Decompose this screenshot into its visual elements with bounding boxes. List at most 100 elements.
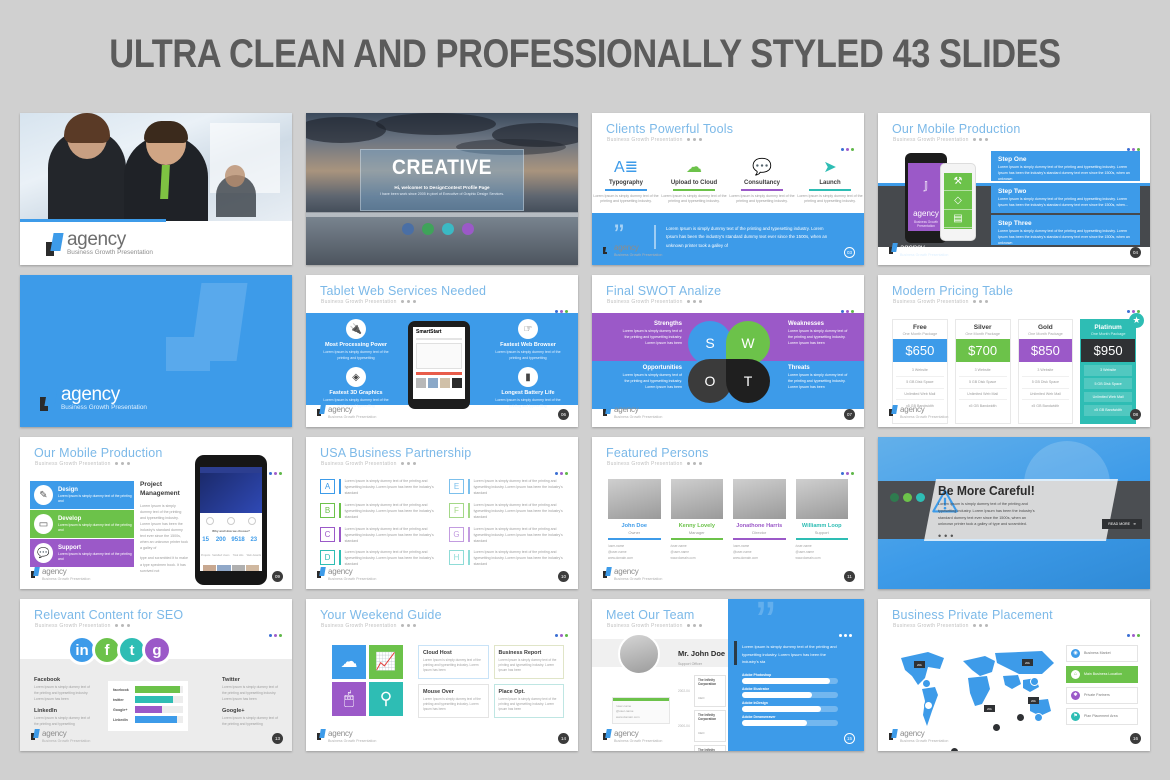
- quote-text: Lorem Ipsum is simply dummy text of the …: [666, 226, 828, 248]
- map-pin-icon[interactable]: ⚲: [369, 682, 403, 716]
- swot-circle-t[interactable]: T: [726, 359, 770, 403]
- agency-logo-icon: [317, 567, 325, 578]
- rss-icon[interactable]: [462, 223, 474, 235]
- service-item-design[interactable]: ✎ Design Lorem Ipsum is simply dummy tex…: [30, 481, 134, 509]
- legend-item-main-business-location[interactable]: ⌂ Main Business Location: [1066, 666, 1138, 683]
- partnership-item[interactable]: F Lorem Ipsum is simply dummy text of th…: [449, 502, 564, 521]
- slide-thumb-usa-business-partnership[interactable]: USA Business Partnership Business Growth…: [306, 437, 578, 589]
- feature-item[interactable]: ▮ Longest Battery Life Lorem Ipsum is si…: [490, 367, 566, 410]
- slide-thumb-final-swot-analize[interactable]: Final SWOT Analize Business Growth Prese…: [592, 275, 864, 427]
- letter-badge: H: [449, 550, 464, 566]
- stumbleupon-icon[interactable]: [442, 223, 454, 235]
- presentation-chart-icon[interactable]: 📈: [369, 645, 403, 679]
- chart-category-label: facebook: [113, 687, 129, 692]
- pinterest-icon[interactable]: [890, 493, 899, 502]
- swot-item-weaknesses: Weaknesses Lorem Ipsum is simply dummy t…: [788, 321, 850, 346]
- contact-site: www.domain.com: [733, 555, 758, 560]
- slide-thumb-modern-pricing-table[interactable]: Modern Pricing Table Business Growth Pre…: [878, 275, 1150, 427]
- plan-price: $650: [893, 339, 947, 362]
- person-card[interactable]: Williamm Loop Support /user-name @user-n…: [795, 479, 849, 562]
- pricing-card-gold[interactable]: Gold One Month Package $850 3 Website 5 …: [1017, 319, 1074, 425]
- person-card[interactable]: John Doe Owner /user-name @user-name www…: [608, 479, 661, 562]
- youtube-icon[interactable]: [402, 223, 414, 235]
- map-pin[interactable]: [950, 747, 959, 751]
- guide-card-cloud-host[interactable]: Cloud Host Lorem Ipsum is simply dummy t…: [418, 645, 489, 679]
- read-more-button[interactable]: READ MORE ➜: [1102, 519, 1142, 529]
- partnership-item[interactable]: C Lorem Ipsum is simply dummy text of th…: [320, 526, 435, 545]
- slide-thumb-cover-photo[interactable]: agency Business Growth Presentation: [20, 113, 292, 265]
- legend-label: Business Market: [1084, 651, 1111, 656]
- tool-item[interactable]: A≣ Typography Lorem Ipsum is simply dumm…: [592, 151, 660, 213]
- android-icon[interactable]: [903, 493, 912, 502]
- person-card[interactable]: Kenny Lovely Manager /user-name @user-na…: [670, 479, 723, 562]
- tool-item[interactable]: ☁ Upload to Cloud Lorem Ipsum is simply …: [660, 151, 728, 213]
- map-pin[interactable]: [1034, 713, 1043, 722]
- slide-thumb-our-mobile-production-steps[interactable]: Our Mobile Production Business Growth Pr…: [878, 113, 1150, 265]
- legend-item-private-partners[interactable]: ✱ Private Partners: [1066, 687, 1138, 704]
- service-item-develop[interactable]: ▭ Develop Lorem Ipsum is simply dummy te…: [30, 510, 134, 538]
- person-name: Kenny Lovely: [678, 523, 715, 529]
- map-pin[interactable]: [1016, 713, 1025, 722]
- tool-item[interactable]: 💬 Consultancy Lorem Ipsum is simply dumm…: [728, 151, 796, 213]
- pricing-card-platinum[interactable]: Platinum One Month Package $950 3 Websit…: [1080, 319, 1136, 425]
- mouse-pointer-icon[interactable]: 🖱: [332, 682, 366, 716]
- slide-thumb-blue-divider-cover[interactable]: agency Business Growth Presentation: [20, 275, 292, 427]
- partnership-item[interactable]: H Lorem Ipsum is simply dummy text of th…: [449, 550, 564, 568]
- partnership-item[interactable]: E Lorem Ipsum is simply dummy text of th…: [449, 479, 564, 497]
- step-item[interactable]: Step Two Lorem Ipsum is simply dummy tex…: [991, 183, 1140, 213]
- partnership-item[interactable]: A Lorem Ipsum is simply dummy text of th…: [320, 479, 435, 497]
- social-circles[interactable]: in f t g: [67, 635, 172, 665]
- feature-item[interactable]: 🔌 Most Processing Power Lorem Ipsum is s…: [318, 319, 394, 362]
- slide-thumb-featured-persons[interactable]: Featured Persons Business Growth Present…: [592, 437, 864, 589]
- map-legend: ◉ Business Market ⌂ Main Business Locati…: [1066, 645, 1138, 729]
- brand-name: agency: [328, 567, 353, 577]
- card-text: Lorem Ipsum is simply dummy text of the …: [498, 697, 557, 711]
- pricing-card-silver[interactable]: Silver One Month Package $700 3 Website …: [954, 319, 1011, 425]
- map-pin[interactable]: [924, 701, 933, 710]
- step-item[interactable]: Step Three Lorem Ipsum is simply dummy t…: [991, 215, 1140, 245]
- feature-item[interactable]: ☞ Fastest Web Browser Lorem Ipsum is sim…: [490, 319, 566, 362]
- seo-column-facebook: Facebook Lorem Ipsum is simply dummy tex…: [34, 677, 90, 728]
- battery-icon: ▮: [518, 367, 538, 387]
- brand-name: agency: [61, 383, 120, 405]
- step-item[interactable]: Step One Lorem Ipsum is simply dummy tex…: [991, 151, 1140, 181]
- letter-badge: G: [449, 526, 464, 542]
- slide-thumb-be-more-careful[interactable]: Be More Careful! Lorem Ipsum is simply d…: [878, 437, 1150, 589]
- chart-bar: [135, 696, 174, 703]
- guide-card-place-opt[interactable]: Place Opt. Lorem Ipsum is simply dummy t…: [493, 684, 564, 718]
- tool-item[interactable]: ➤ Launch Lorem Ipsum is simply dummy tex…: [796, 151, 864, 213]
- agency-logo-icon: [603, 729, 611, 740]
- social-links[interactable]: [402, 223, 474, 235]
- legend-item-plan-placement-area[interactable]: ⚑ Plan Placement Area: [1066, 708, 1138, 725]
- slide-thumb-creative-cover[interactable]: CREATIVE Hi, welcome! to DesignContest P…: [306, 113, 578, 265]
- slide-thumb-business-private-placement[interactable]: Business Private Placement Business Grow…: [878, 599, 1150, 751]
- guide-card-business-report[interactable]: Business Report Lorem Ipsum is simply du…: [493, 645, 564, 679]
- slide-thumb-meet-our-team[interactable]: ” Meet Our Team Business Growth Presenta…: [592, 599, 864, 751]
- map-pin[interactable]: [1030, 677, 1039, 686]
- partnership-item[interactable]: G Lorem Ipsum is simply dummy text of th…: [449, 526, 564, 545]
- map-pin[interactable]: [922, 679, 931, 688]
- partnership-item[interactable]: B Lorem Ipsum is simply dummy text of th…: [320, 502, 435, 521]
- slide-thumb-tablet-web-services[interactable]: Tablet Web Services Needed Business Grow…: [306, 275, 578, 427]
- slide-thumb-our-mobile-production-services[interactable]: Our Mobile Production Business Growth Pr…: [20, 437, 292, 589]
- map-pin[interactable]: [992, 723, 1001, 732]
- surf-line: [306, 212, 578, 217]
- person-card[interactable]: Jonathone Harris Director /user-name @us…: [733, 479, 786, 562]
- color-dots: [267, 624, 282, 642]
- pinterest-icon[interactable]: [422, 223, 434, 235]
- social-links[interactable]: [890, 493, 925, 502]
- agency-logo-icon: [46, 233, 62, 256]
- cloud-network-icon[interactable]: ☁: [332, 645, 366, 679]
- slide-thumb-relevant-content-for-seo[interactable]: Relevant Content for SEO Business Growth…: [20, 599, 292, 751]
- legend-item-business-market[interactable]: ◉ Business Market: [1066, 645, 1138, 662]
- skill-label: Adobe Photoshop: [742, 673, 772, 677]
- guide-card-mouse-over[interactable]: Mouse Over Lorem Ipsum is simply dummy t…: [418, 684, 489, 718]
- service-label: Design: [57, 486, 78, 493]
- slide-thumb-clients-powerful-tools[interactable]: Clients Powerful Tools Business Growth P…: [592, 113, 864, 265]
- person-contacts: /user-name @user-name www.domain.com: [796, 544, 849, 560]
- plan-feature: Unlimited Web Mail: [896, 389, 944, 401]
- tumblr-icon[interactable]: [916, 493, 925, 502]
- slide-thumb-your-weekend-guide[interactable]: Your Weekend Guide Business Growth Prese…: [306, 599, 578, 751]
- googleplus-icon[interactable]: g: [142, 635, 172, 665]
- slide-number: 10: [558, 571, 569, 582]
